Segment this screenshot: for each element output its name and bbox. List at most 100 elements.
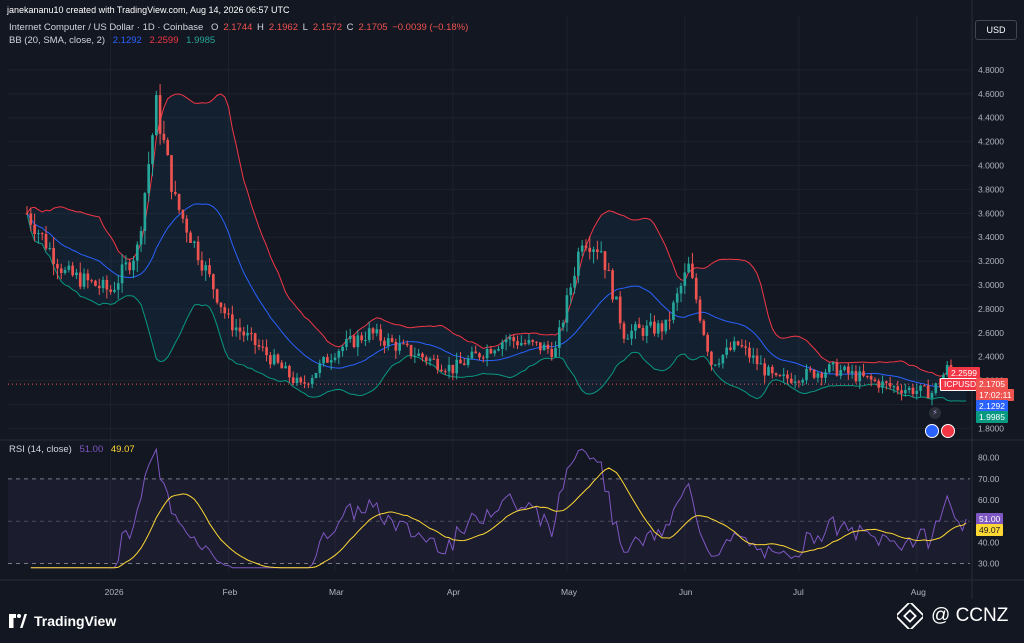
price-tick-label: 4.0000	[978, 161, 1004, 171]
candle-body	[272, 354, 276, 365]
price-tick-label: 1.8000	[978, 423, 1004, 433]
candle	[154, 90, 158, 136]
bb-label: BB (20, SMA, close, 2)	[9, 35, 106, 46]
rsi-tick-label: 30.00	[978, 559, 1000, 569]
candle-body	[481, 357, 485, 359]
candle	[25, 206, 29, 216]
candle-body	[189, 232, 192, 243]
candle-body	[770, 366, 774, 374]
candle-body	[196, 241, 200, 261]
candle-body	[599, 251, 603, 253]
candle-body	[489, 348, 493, 354]
candle-body	[417, 353, 420, 356]
candle-body	[299, 377, 303, 383]
candle-body	[90, 280, 93, 282]
candle-body	[641, 328, 645, 336]
low-value: 2.1572	[312, 22, 342, 33]
candle-body	[782, 374, 786, 376]
candle-body	[584, 245, 588, 248]
candle-body	[839, 369, 843, 376]
chart-canvas[interactable]: 1.80002.00002.20002.40002.60002.80003.00…	[0, 0, 1024, 643]
candle-body	[778, 375, 782, 377]
candle-body	[394, 341, 398, 351]
candle-body	[128, 262, 132, 271]
open-value: 2.1744	[223, 22, 253, 33]
time-tick-label: Jun	[679, 587, 693, 597]
rsi-pane	[8, 447, 970, 569]
candle-body	[132, 260, 135, 271]
candle-body	[291, 377, 295, 383]
candle-body	[383, 340, 386, 346]
brand-name: TradingView	[34, 613, 117, 629]
rsi-tick-label: 80.00	[978, 453, 1000, 463]
candle-body	[801, 380, 805, 383]
candle-body	[569, 287, 573, 296]
candle-body	[200, 260, 204, 271]
tradingview-logo: TradingView	[8, 613, 116, 629]
candle-body	[398, 343, 401, 351]
candle-body	[615, 296, 618, 300]
candle-body	[592, 249, 595, 252]
candle-body	[436, 358, 439, 370]
candle-body	[706, 334, 709, 352]
candle-body	[242, 331, 246, 336]
candle	[812, 368, 816, 380]
candle	[691, 252, 694, 280]
candle-body	[326, 357, 329, 363]
candle-body	[820, 373, 824, 378]
candle-body	[493, 350, 497, 354]
candle-body	[759, 363, 763, 365]
candle-body	[751, 355, 755, 358]
candle-body	[729, 347, 732, 350]
price-tick-label: 3.0000	[978, 280, 1004, 290]
rsi-tick-label: 40.00	[978, 537, 1000, 547]
candle-body	[280, 362, 284, 369]
candle-body	[915, 390, 919, 395]
candle-body	[786, 374, 789, 379]
high-label: H	[257, 22, 264, 33]
candle-body	[265, 347, 268, 356]
candle-body	[288, 366, 291, 378]
low-label: L	[302, 22, 308, 33]
rsi-legend: RSI (14, close) 51.00 49.07	[9, 444, 140, 455]
earnings-flag-icon[interactable]	[941, 424, 955, 438]
candle-body	[78, 272, 82, 287]
candle-body	[303, 382, 306, 384]
tradingview-logo-icon	[9, 614, 27, 628]
candle-body	[683, 272, 687, 286]
price-tick-label: 3.2000	[978, 256, 1004, 266]
candle-body	[504, 339, 508, 343]
candle-body	[246, 333, 249, 336]
rsi-label: RSI (14, close)	[9, 444, 72, 455]
candle-body	[402, 343, 405, 345]
currency-button[interactable]: USD	[975, 20, 1017, 40]
candle-body	[539, 342, 542, 351]
candle-body	[550, 348, 554, 357]
candle-body	[630, 330, 633, 339]
candle-body	[744, 346, 747, 348]
event-icons[interactable]: ⚡	[925, 407, 965, 439]
lightning-icon[interactable]: ⚡	[929, 407, 941, 419]
dividend-flag-icon[interactable]	[925, 424, 939, 438]
candle-body	[535, 341, 538, 343]
candle-body	[478, 353, 481, 358]
price-tick-label: 2.4000	[978, 352, 1004, 362]
candle-body	[154, 95, 158, 136]
candle-body	[645, 325, 649, 336]
candle-body	[162, 133, 166, 140]
watermark-text: @ CCNZ	[931, 605, 1009, 626]
candle-body	[409, 345, 413, 356]
candle-body	[500, 342, 504, 349]
candle-body	[805, 368, 808, 381]
candle-body	[139, 230, 143, 245]
candle-body	[824, 372, 827, 378]
candle-body	[211, 274, 215, 290]
candle-body	[360, 335, 363, 341]
candle-body	[542, 344, 546, 351]
candle-body	[447, 364, 451, 372]
candle-body	[234, 327, 238, 331]
candle-body	[166, 139, 170, 156]
candle-body	[774, 373, 778, 376]
open-label: O	[210, 22, 219, 33]
binance-diamond-icon	[897, 603, 923, 629]
